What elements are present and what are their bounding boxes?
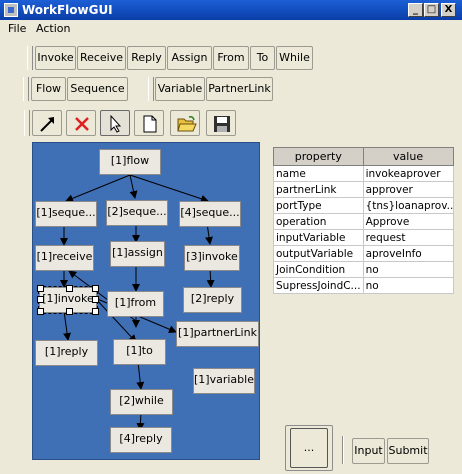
partnerlink-button[interactable]: PartnerLink [206, 77, 273, 101]
input-button[interactable]: Input [352, 438, 385, 464]
node-variable[interactable]: [1]variable [193, 368, 255, 394]
property-value[interactable]: Approve [362, 213, 454, 230]
flow-button[interactable]: Flow [31, 77, 66, 101]
window-title: WorkFlowGUI [22, 3, 113, 17]
submit-button[interactable]: Submit [387, 438, 429, 464]
node-sequence-1[interactable]: [1]seque... [35, 201, 97, 227]
property-value[interactable]: invokeaprover [362, 165, 454, 182]
node-to[interactable]: [1]to [113, 339, 166, 365]
property-name: JoinCondition [273, 261, 364, 278]
selection-handle[interactable] [66, 285, 73, 292]
property-value[interactable]: no [362, 261, 454, 278]
property-value[interactable]: request [362, 229, 454, 246]
value-column-header[interactable]: value [362, 147, 454, 166]
table-row[interactable]: outputVariable aproveInfo [273, 245, 454, 262]
property-name: SupressJoindC... [273, 277, 364, 294]
table-row[interactable]: SupressJoindC... no [273, 277, 454, 294]
property-name: outputVariable [273, 245, 364, 262]
property-name: partnerLink [273, 181, 364, 198]
workflow-canvas[interactable]: [1]flow [1]seque... [2]seque... [4]seque… [32, 142, 260, 460]
minimize-button[interactable]: _ [408, 3, 423, 17]
node-sequence-2[interactable]: [2]seque... [106, 200, 168, 226]
pointer-select-icon[interactable] [100, 110, 130, 136]
node-from[interactable]: [1]from [107, 291, 164, 317]
property-value[interactable]: approver [362, 181, 454, 198]
menu-action[interactable]: Action [36, 21, 70, 37]
variable-button[interactable]: Variable [155, 77, 205, 101]
table-row[interactable]: JoinCondition no [273, 261, 454, 278]
selection-handle[interactable] [66, 308, 73, 315]
table-row[interactable]: portType {tns}loanaprov... [273, 197, 454, 214]
menu-file[interactable]: File [8, 21, 26, 37]
more-button[interactable]: ... [290, 428, 328, 468]
reply-button[interactable]: Reply [127, 46, 166, 70]
toolbar-grip[interactable] [24, 110, 30, 136]
invoke-button[interactable]: Invoke [35, 46, 76, 70]
selection-handle[interactable] [92, 285, 99, 292]
node-while[interactable]: [2]while [110, 389, 173, 415]
assign-button[interactable]: Assign [167, 46, 212, 70]
selection-handle[interactable] [37, 296, 44, 303]
selection-handle[interactable] [37, 285, 44, 292]
app-icon [4, 3, 18, 17]
toolbar-grip[interactable] [23, 77, 29, 101]
to-button[interactable]: To [250, 46, 275, 70]
new-file-icon[interactable] [134, 110, 164, 136]
property-value[interactable]: aproveInfo [362, 245, 454, 262]
table-row[interactable]: partnerLink approver [273, 181, 454, 198]
property-name: inputVariable [273, 229, 364, 246]
node-partnerlink[interactable]: [1]partnerLink [176, 321, 259, 347]
node-receive[interactable]: [1]receive [35, 245, 94, 271]
selection-handle[interactable] [92, 296, 99, 303]
toolbar-grip[interactable] [27, 46, 33, 70]
selection-handle[interactable] [37, 308, 44, 315]
node-sequence-4[interactable]: [4]seque... [179, 201, 241, 227]
save-disk-icon[interactable] [206, 110, 236, 136]
while-button[interactable]: While [276, 46, 313, 70]
property-name: operation [273, 213, 364, 230]
open-folder-icon[interactable] [170, 110, 200, 136]
node-flow[interactable]: [1]flow [99, 149, 161, 175]
toolbar-separator [342, 436, 344, 464]
node-reply-1[interactable]: [1]reply [35, 340, 98, 366]
table-row[interactable]: operation Approve [273, 213, 454, 230]
close-button[interactable]: X [441, 3, 456, 17]
selection-handle[interactable] [92, 308, 99, 315]
table-row[interactable]: name invokeaprover [273, 165, 454, 182]
property-value[interactable]: no [362, 277, 454, 294]
property-value[interactable]: {tns}loanaprov... [362, 197, 454, 214]
node-assign[interactable]: [1]assign [110, 241, 165, 267]
toolbar-grip[interactable] [148, 77, 154, 101]
node-reply-4[interactable]: [4]reply [110, 427, 172, 453]
table-row[interactable]: inputVariable request [273, 229, 454, 246]
arrow-link-icon[interactable] [32, 110, 62, 136]
node-invoke-3[interactable]: [3]invoke [184, 245, 240, 271]
node-reply-2[interactable]: [2]reply [183, 287, 242, 313]
delete-x-icon[interactable] [66, 110, 96, 136]
from-button[interactable]: From [213, 46, 249, 70]
property-name: portType [273, 197, 364, 214]
sequence-button[interactable]: Sequence [67, 77, 128, 101]
property-name: name [273, 165, 364, 182]
property-table: property value name invokeaprover partner… [273, 147, 454, 294]
receive-button[interactable]: Receive [77, 46, 126, 70]
maximize-button[interactable]: □ [424, 3, 439, 17]
property-column-header[interactable]: property [273, 147, 364, 166]
